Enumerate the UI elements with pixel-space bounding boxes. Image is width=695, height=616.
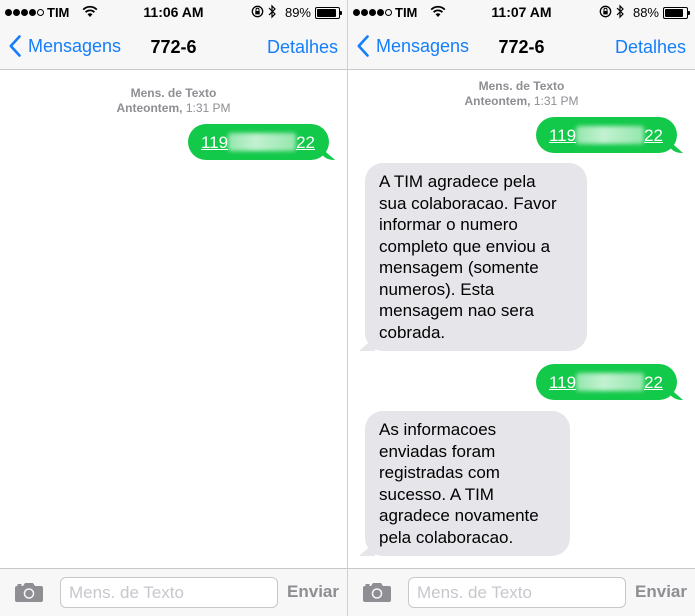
phone-number-link[interactable]: 119 22 — [201, 132, 315, 154]
message-line: enviadas foram — [379, 441, 496, 461]
incoming-message-bubble[interactable]: A TIM agradece pela sua colaboracao. Fav… — [365, 163, 587, 351]
message-timestamp: Mens. de Texto Anteontem, 1:31 PM — [0, 86, 347, 116]
battery-percent: 89% — [284, 5, 311, 20]
phone-number-link[interactable]: 119 22 — [549, 125, 663, 147]
message-timestamp: Mens. de Texto Anteontem, 1:31 PM — [348, 79, 695, 109]
message-line: mensagem nao sera — [379, 301, 534, 320]
message-line: agradece novamente — [379, 506, 539, 525]
message-line: cobrada. — [379, 322, 446, 342]
status-bar: TIM 11:07 AM 88% — [348, 0, 695, 26]
timestamp-day: Anteontem, — [464, 94, 531, 108]
message-text-field[interactable] — [60, 577, 278, 608]
battery-percent: 88% — [632, 5, 659, 20]
messages-screen-left: TIM 11:06 AM 89% Mensagens 772-6 Detalhe… — [0, 0, 347, 616]
details-button[interactable]: Detalhes — [615, 37, 686, 58]
message-line: informar o numero — [379, 215, 518, 234]
camera-icon[interactable] — [362, 581, 392, 603]
message-line: numeros). Esta — [379, 279, 495, 299]
message-line: registradas com — [379, 463, 500, 482]
chevron-left-icon — [357, 35, 369, 57]
message-line: pela colaboracao. — [379, 527, 514, 547]
timestamp-time: 1:31 PM — [185, 101, 231, 115]
screenshot-pair: TIM 11:06 AM 89% Mensagens 772-6 Detalhe… — [0, 0, 695, 616]
navigation-bar: Mensagens 772-6 Detalhes — [0, 26, 347, 70]
redacted-digits — [228, 133, 297, 151]
back-button-label: Mensagens — [376, 35, 470, 56]
message-line: sucesso. A TIM — [379, 484, 494, 504]
rotation-lock-icon — [251, 5, 264, 18]
send-button[interactable]: Enviar — [635, 582, 687, 602]
camera-icon[interactable] — [14, 581, 44, 603]
details-button[interactable]: Detalhes — [267, 37, 338, 58]
incoming-message-bubble[interactable]: As informacoes enviadas foram registrada… — [365, 411, 570, 556]
send-button[interactable]: Enviar — [287, 582, 339, 602]
message-input-bar: Enviar — [0, 568, 347, 616]
timestamp-day: Anteontem, — [116, 101, 183, 115]
back-button[interactable]: Mensagens — [9, 35, 121, 57]
bluetooth-icon — [268, 4, 276, 19]
message-input-bar: Enviar — [348, 568, 695, 616]
outgoing-message-bubble[interactable]: 119 22 — [187, 124, 329, 160]
message-line: sua colaboracao. Favor — [379, 193, 557, 213]
message-line: completo que enviou a — [379, 236, 551, 256]
message-line: As informacoes — [379, 420, 497, 439]
status-bar: TIM 11:06 AM 89% — [0, 0, 347, 26]
battery-icon — [663, 7, 690, 19]
redacted-digits — [576, 126, 645, 144]
message-text-field[interactable] — [408, 577, 626, 608]
redacted-digits — [576, 373, 645, 391]
messages-screen-right: TIM 11:07 AM 88% Mensagens 772-6 Detalhe… — [348, 0, 695, 616]
back-button[interactable]: Mensagens — [357, 35, 469, 57]
phone-number-link[interactable]: 119 22 — [549, 372, 663, 394]
back-button-label: Mensagens — [28, 35, 122, 56]
message-line: mensagem (somente — [379, 258, 539, 277]
rotation-lock-icon — [599, 5, 612, 18]
message-line: A TIM agradece pela — [379, 172, 536, 191]
message-type-label: Mens. de Texto — [130, 86, 217, 100]
chevron-left-icon — [9, 35, 21, 57]
navigation-bar: Mensagens 772-6 Detalhes — [348, 26, 695, 70]
timestamp-time: 1:31 PM — [533, 94, 579, 108]
outgoing-message-bubble[interactable]: 119 22 — [535, 117, 677, 153]
bluetooth-icon — [616, 4, 624, 19]
outgoing-message-bubble[interactable]: 119 22 — [535, 364, 677, 400]
battery-icon — [315, 7, 342, 19]
message-type-label: Mens. de Texto — [478, 79, 565, 93]
